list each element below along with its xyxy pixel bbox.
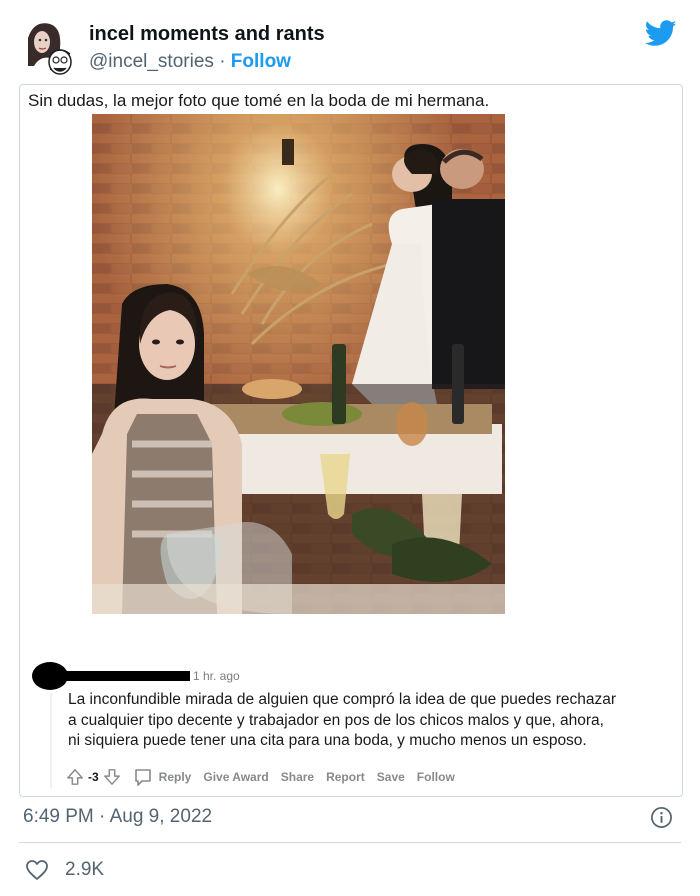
- reply-button[interactable]: Reply: [133, 767, 192, 787]
- heart-icon: [26, 860, 48, 880]
- save-button[interactable]: Save: [377, 770, 405, 784]
- follow-comment-button[interactable]: Follow: [417, 770, 455, 784]
- speech-bubble-icon: [134, 769, 151, 786]
- handle-separator: ·: [219, 51, 226, 72]
- share-button[interactable]: Share: [281, 770, 314, 784]
- comment-line: La inconfundible mirada de alguien que c…: [68, 691, 617, 708]
- wedding-photo: [92, 114, 505, 614]
- handle-row: @incel_stories · Follow: [89, 51, 291, 73]
- comment-time-ago: 1 hr. ago: [193, 669, 240, 683]
- upvote-arrow-icon[interactable]: [66, 768, 84, 786]
- follow-link[interactable]: Follow: [231, 51, 291, 72]
- username-redaction: [60, 671, 190, 681]
- downvote-arrow-icon[interactable]: [103, 768, 121, 786]
- twitter-bird-icon[interactable]: [645, 20, 677, 47]
- post-title: Sin dudas, la mejor foto que tomé en la …: [28, 91, 490, 110]
- footer-divider: [19, 842, 681, 843]
- thread-line[interactable]: [50, 693, 52, 788]
- info-icon[interactable]: [650, 806, 673, 829]
- user-handle[interactable]: @incel_stories: [89, 51, 214, 72]
- like-button[interactable]: 2.9K: [25, 858, 104, 882]
- comment-line: a cualquier tipo decente y trabajador en…: [68, 711, 604, 729]
- tweet-timestamp[interactable]: 6:49 PM · Aug 9, 2022: [23, 806, 212, 828]
- report-button[interactable]: Report: [326, 770, 365, 784]
- comment-body: La inconfundible mirada de alguien que c…: [68, 690, 668, 752]
- comment-line: ni siquiera puede tener una cita para un…: [68, 732, 587, 749]
- give-award-button[interactable]: Give Award: [203, 770, 268, 784]
- display-name[interactable]: incel moments and rants: [89, 23, 325, 46]
- tweet-header: incel moments and rants @incel_stories ·…: [0, 0, 700, 82]
- vote-count: -3: [88, 770, 99, 784]
- like-count: 2.9K: [65, 859, 105, 880]
- profile-avatar[interactable]: [20, 18, 74, 76]
- wedding-photo-image: [92, 114, 505, 614]
- comment-actions: -3 Reply Give Award Share Report Save Fo…: [66, 766, 455, 788]
- reddit-embed: Sin dudas, la mejor foto que tomé en la …: [19, 84, 683, 797]
- reply-label: Reply: [158, 770, 192, 784]
